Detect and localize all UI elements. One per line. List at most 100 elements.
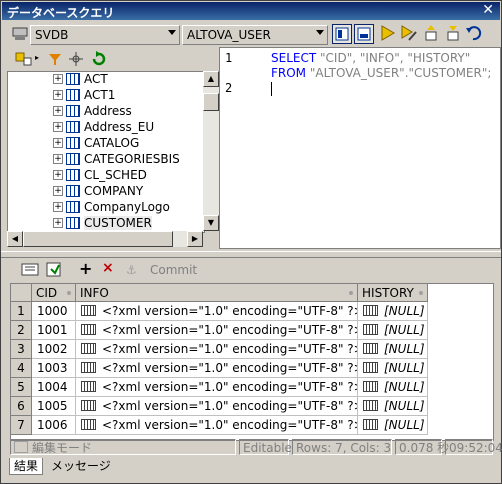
scroll-thumb[interactable] bbox=[203, 93, 219, 111]
toggle-browser-button[interactable] bbox=[332, 24, 352, 44]
cell-cid[interactable]: 1001 bbox=[32, 321, 76, 340]
cell-history[interactable]: [NULL] bbox=[358, 416, 428, 435]
scroll-down-button[interactable]: ▼ bbox=[203, 215, 219, 231]
locate-icon[interactable] bbox=[69, 52, 83, 66]
xml-icon[interactable] bbox=[81, 400, 96, 411]
row-number[interactable]: 1 bbox=[11, 302, 32, 321]
expand-icon[interactable]: + bbox=[53, 122, 63, 132]
export-button[interactable] bbox=[444, 24, 464, 44]
xml-icon[interactable] bbox=[363, 419, 378, 430]
add-row-button[interactable]: + bbox=[79, 259, 92, 278]
tree-vertical-scrollbar[interactable]: ▲ ▼ bbox=[203, 71, 219, 231]
filter-icon[interactable] bbox=[48, 52, 62, 66]
cell-cid[interactable]: 1003 bbox=[32, 359, 76, 378]
undo-button[interactable] bbox=[464, 24, 484, 44]
execute-button[interactable] bbox=[378, 24, 398, 44]
execute-for-edit-button[interactable] bbox=[400, 24, 420, 44]
xml-icon[interactable] bbox=[81, 343, 96, 354]
tree-horizontal-scrollbar[interactable]: ◀ ▶ bbox=[7, 231, 203, 247]
row-number[interactable]: 3 bbox=[11, 340, 32, 359]
sort-indicator-icon[interactable] bbox=[419, 291, 423, 295]
row-number[interactable]: 5 bbox=[11, 378, 32, 397]
expand-icon[interactable]: + bbox=[53, 138, 63, 148]
xml-icon[interactable] bbox=[363, 343, 378, 354]
show-in-xml-icon[interactable] bbox=[21, 261, 39, 277]
cell-info[interactable]: <?xml version="1.0" encoding="UTF-8" ?><… bbox=[76, 378, 358, 397]
column-header-history[interactable]: HISTORY bbox=[358, 284, 428, 302]
import-button[interactable] bbox=[422, 24, 442, 44]
cell-history[interactable]: [NULL] bbox=[358, 340, 428, 359]
expand-icon[interactable]: + bbox=[53, 170, 63, 180]
sort-indicator-icon[interactable] bbox=[67, 291, 71, 295]
cell-cid[interactable]: 1002 bbox=[32, 340, 76, 359]
rollback-icon[interactable]: ⚓ bbox=[125, 262, 139, 276]
cell-info[interactable]: <?xml version="1.0" encoding="UTF-8" ?><… bbox=[76, 359, 358, 378]
expand-icon[interactable]: + bbox=[53, 218, 63, 228]
cell-info[interactable]: <?xml version="1.0" encoding="UTF-8" ?><… bbox=[76, 340, 358, 359]
expand-icon[interactable]: + bbox=[53, 74, 63, 84]
close-icon[interactable]: ✕ bbox=[482, 2, 494, 18]
xml-icon[interactable] bbox=[363, 324, 378, 335]
sql-editor[interactable]: 1 2 SELECT "CID", "INFO", "HISTORY" FROM… bbox=[219, 47, 501, 249]
xml-icon[interactable] bbox=[363, 381, 378, 392]
tree-item[interactable]: + CL_SCHED bbox=[8, 167, 204, 183]
xml-icon[interactable] bbox=[363, 362, 378, 373]
xml-icon[interactable] bbox=[81, 324, 96, 335]
expand-icon[interactable]: + bbox=[53, 106, 63, 116]
scroll-left-button[interactable]: ◀ bbox=[7, 231, 23, 247]
xml-icon[interactable] bbox=[81, 362, 96, 373]
tab-messages[interactable]: メッセージ bbox=[47, 458, 115, 474]
cell-info[interactable]: <?xml version="1.0" encoding="UTF-8" ?><… bbox=[76, 397, 358, 416]
cell-cid[interactable]: 1000 bbox=[32, 302, 76, 321]
expand-icon[interactable]: + bbox=[53, 186, 63, 196]
refresh-icon[interactable] bbox=[91, 51, 107, 67]
tree-item[interactable]: + CUSTOMER bbox=[8, 215, 204, 231]
cell-history[interactable]: [NULL] bbox=[358, 321, 428, 340]
tree-item[interactable]: + CompanyLogo bbox=[8, 199, 204, 215]
goto-statement-icon[interactable] bbox=[45, 261, 63, 277]
schema-select[interactable]: ALTOVA_USER bbox=[182, 25, 328, 45]
cell-history[interactable]: [NULL] bbox=[358, 359, 428, 378]
column-header-cid[interactable]: CID bbox=[32, 284, 76, 302]
cell-history[interactable]: [NULL] bbox=[358, 378, 428, 397]
cell-info[interactable]: <?xml version="1.0" encoding="UTF-8" ?><… bbox=[76, 416, 358, 435]
column-header-info[interactable]: INFO bbox=[76, 284, 358, 302]
row-number[interactable]: 6 bbox=[11, 397, 32, 416]
cell-cid[interactable]: 1006 bbox=[32, 416, 76, 435]
row-number[interactable]: 4 bbox=[11, 359, 32, 378]
row-number[interactable]: 7 bbox=[11, 416, 32, 435]
tab-results[interactable]: 結果 bbox=[9, 458, 44, 475]
pane-splitter[interactable] bbox=[1, 251, 501, 258]
tree-item[interactable]: + CATEGORIESBIS bbox=[8, 151, 204, 167]
cell-info[interactable]: <?xml version="1.0" encoding="UTF-8" ?><… bbox=[76, 321, 358, 340]
cell-history[interactable]: [NULL] bbox=[358, 302, 428, 321]
cell-cid[interactable]: 1005 bbox=[32, 397, 76, 416]
tree-item[interactable]: + ACT bbox=[8, 72, 204, 87]
datasource-select[interactable]: SVDB bbox=[30, 25, 180, 45]
sort-indicator-icon[interactable] bbox=[349, 291, 353, 295]
scroll-thumb-horizontal[interactable] bbox=[23, 231, 173, 247]
toggle-results-button[interactable] bbox=[354, 24, 374, 44]
tree-item[interactable]: + COMPANY bbox=[8, 183, 204, 199]
delete-row-button[interactable]: × bbox=[102, 260, 114, 276]
row-number[interactable]: 2 bbox=[11, 321, 32, 340]
add-item-icon[interactable] bbox=[15, 52, 33, 66]
expand-icon[interactable]: + bbox=[53, 90, 63, 100]
chevron-right-icon[interactable]: ▸ bbox=[35, 53, 39, 62]
scroll-up-button[interactable]: ▲ bbox=[203, 71, 219, 87]
xml-icon[interactable] bbox=[363, 305, 378, 316]
cell-cid[interactable]: 1004 bbox=[32, 378, 76, 397]
tree-item[interactable]: + CATALOG bbox=[8, 135, 204, 151]
tree-item[interactable]: + ACT1 bbox=[8, 87, 204, 103]
xml-icon[interactable] bbox=[81, 381, 96, 392]
xml-icon[interactable] bbox=[81, 419, 96, 430]
cell-info[interactable]: <?xml version="1.0" encoding="UTF-8" ?><… bbox=[76, 302, 358, 321]
expand-icon[interactable]: + bbox=[53, 202, 63, 212]
commit-button[interactable]: Commit bbox=[150, 263, 197, 277]
scroll-right-button[interactable]: ▶ bbox=[187, 231, 203, 247]
xml-icon[interactable] bbox=[363, 400, 378, 411]
tree-item[interactable]: + Address_EU bbox=[8, 119, 204, 135]
expand-icon[interactable]: + bbox=[53, 154, 63, 164]
cell-history[interactable]: [NULL] bbox=[358, 397, 428, 416]
xml-icon[interactable] bbox=[81, 305, 96, 316]
